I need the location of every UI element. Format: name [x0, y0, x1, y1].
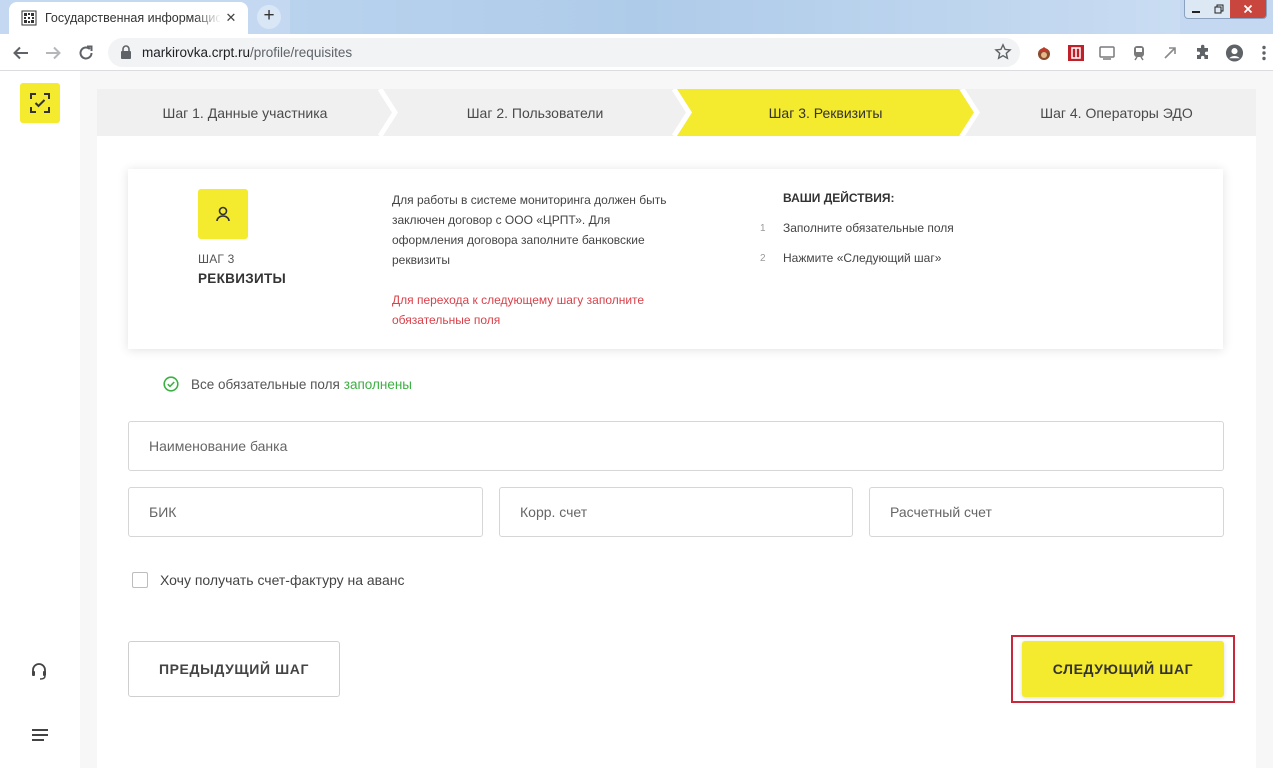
next-step-button[interactable]: СЛЕДУЮЩИЙ ШАГ — [1022, 641, 1224, 697]
new-tab-button[interactable]: + — [257, 5, 281, 29]
bookmark-star-icon[interactable] — [994, 43, 1012, 61]
action-item: 2 Нажмите «Следующий шаг» — [760, 251, 941, 265]
window-controls — [1184, 0, 1267, 19]
url-host: markirovka.crpt.ru — [142, 45, 251, 60]
back-arrow-icon — [13, 46, 28, 60]
user-icon — [216, 206, 230, 222]
advance-invoice-checkbox[interactable] — [132, 572, 148, 588]
status-highlight: заполнены — [343, 376, 413, 392]
required-fields-status: Все обязательные поля заполнены — [163, 376, 412, 392]
action-number: 1 — [760, 223, 766, 234]
previous-step-button[interactable]: ПРЕДЫДУЩИЙ ШАГ — [128, 641, 340, 697]
profile-avatar-icon[interactable] — [1225, 43, 1244, 62]
step-name: РЕКВИЗИТЫ — [198, 271, 287, 286]
step-user-icon-box — [198, 189, 248, 239]
bank-name-input[interactable] — [128, 421, 1224, 471]
reload-icon — [79, 45, 93, 60]
step-info-card: ШАГ 3 РЕКВИЗИТЫ Для работы в системе мон… — [128, 169, 1223, 349]
status-text: Все обязательные поля — [191, 376, 340, 392]
extension-hat-icon[interactable] — [1034, 43, 1053, 62]
browser-menu-icon[interactable] — [1254, 43, 1273, 62]
address-bar[interactable]: markirovka.crpt.ru/profile/requisites — [108, 38, 1020, 67]
action-text: Заполните обязательные поля — [783, 221, 954, 235]
window-close-button[interactable] — [1230, 0, 1266, 18]
minimize-icon — [1192, 11, 1201, 13]
reload-button[interactable] — [76, 43, 96, 63]
step-4-tab[interactable]: Шаг 4. Операторы ЭДО — [977, 89, 1256, 136]
tabstrip-background — [290, 0, 1180, 34]
extension-train-icon[interactable] — [1129, 43, 1148, 62]
action-item: 1 Заполните обязательные поля — [760, 221, 954, 235]
step-2-tab[interactable]: Шаг 2. Пользователи — [393, 89, 677, 136]
action-number: 2 — [760, 253, 766, 264]
window-close-icon — [1243, 4, 1253, 14]
step-1-tab[interactable]: Шаг 1. Данные участника — [97, 89, 393, 136]
extensions-puzzle-icon[interactable] — [1193, 43, 1212, 62]
corr-account-input[interactable] — [499, 487, 853, 537]
wizard-stepper: Шаг 1. Данные участника Шаг 2. Пользоват… — [97, 89, 1256, 136]
tab-title: Государственная информационная система — [45, 11, 221, 25]
extension-red-square-icon[interactable] — [1066, 43, 1085, 62]
support-headset-icon[interactable] — [29, 661, 49, 686]
step-3-tab[interactable]: Шаг 3. Реквизиты — [687, 89, 964, 136]
step-1-label: Шаг 1. Данные участника — [162, 104, 328, 121]
hamburger-menu-icon[interactable] — [31, 728, 49, 747]
site-favicon-icon — [21, 10, 37, 26]
lock-icon — [121, 45, 131, 59]
forward-arrow-icon — [46, 46, 61, 60]
step-3-label: Шаг 3. Реквизиты — [768, 104, 883, 121]
url-path: /profile/requisites — [250, 45, 353, 60]
scan-check-icon — [30, 93, 50, 113]
step-number: ШАГ 3 — [198, 252, 235, 266]
check-circle-icon — [163, 376, 179, 392]
restore-icon — [1214, 4, 1224, 14]
advance-invoice-option[interactable]: Хочу получать счет-фактуру на аванс — [132, 572, 404, 588]
url-text: markirovka.crpt.ru/profile/requisites — [142, 45, 352, 60]
action-text: Нажмите «Следующий шаг» — [783, 251, 942, 265]
requisites-form-panel: ШАГ 3 РЕКВИЗИТЫ Для работы в системе мон… — [97, 136, 1256, 768]
step-warning: Для перехода к следующему шагу заполните… — [392, 293, 645, 327]
back-button[interactable] — [11, 43, 31, 63]
step-2-label: Шаг 2. Пользователи — [466, 104, 604, 121]
browser-toolbar: markirovka.crpt.ru/profile/requisites — [0, 34, 1273, 71]
step-4-label: Шаг 4. Операторы ЭДО — [1040, 104, 1193, 121]
step-description: Для работы в системе мониторинга должен … — [392, 193, 667, 267]
app-sidebar — [0, 71, 80, 768]
extension-arrow-icon[interactable] — [1160, 43, 1179, 62]
minimize-button[interactable] — [1185, 0, 1208, 18]
actions-title: ВАШИ ДЕЙСТВИЯ: — [783, 191, 895, 205]
advance-invoice-label: Хочу получать счет-фактуру на аванс — [160, 572, 405, 588]
extension-monitor-icon[interactable] — [1097, 43, 1116, 62]
restore-button[interactable] — [1208, 0, 1231, 18]
tab-close-icon[interactable]: ✕ — [224, 11, 238, 25]
app-logo-button[interactable] — [20, 83, 60, 123]
bik-input[interactable] — [128, 487, 483, 537]
forward-button[interactable] — [43, 43, 63, 63]
settlement-account-input[interactable] — [869, 487, 1224, 537]
browser-tab[interactable]: Государственная информационная система ✕ — [9, 2, 248, 34]
browser-tabstrip: Государственная информационная система ✕… — [0, 0, 1273, 34]
